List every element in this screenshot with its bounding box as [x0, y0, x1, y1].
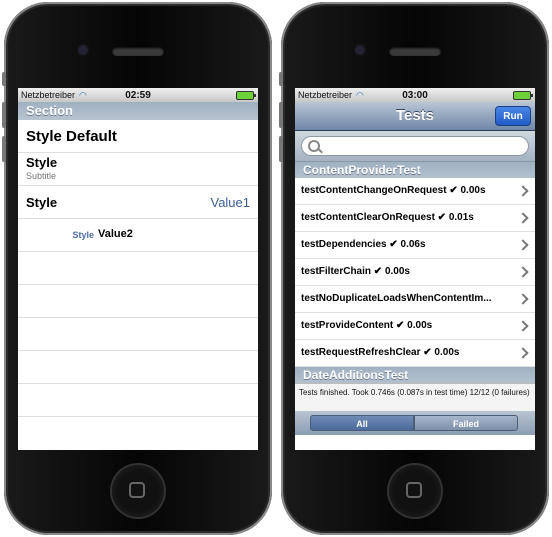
test-row[interactable]: testFilterChain ✔ 0.00s	[295, 259, 535, 286]
test-name: testProvideContent ✔ 0.00s	[301, 320, 433, 331]
test-row[interactable]: testDependencies ✔ 0.06s	[295, 232, 535, 259]
filter-toolbar: All Failed	[295, 411, 535, 435]
left-iphone: Netzbetreiber ◠ 02:59 Section Style Defa…	[2, 2, 272, 535]
cell-title: Style	[26, 195, 58, 210]
chevron-right-icon	[517, 293, 529, 305]
cell-title: Style Default	[26, 128, 117, 145]
test-row[interactable]: testProvideContent ✔ 0.00s	[295, 313, 535, 340]
empty-row	[18, 351, 258, 384]
empty-row	[18, 318, 258, 351]
cell-subtitle: Subtitle	[26, 171, 57, 181]
empty-row	[18, 252, 258, 285]
search-input[interactable]	[301, 136, 529, 156]
speaker-grille	[389, 47, 441, 56]
empty-row	[18, 285, 258, 318]
test-name: testRequestRefreshClear ✔ 0.00s	[301, 347, 460, 358]
cell-label: Style	[72, 230, 94, 240]
chevron-right-icon	[517, 239, 529, 251]
test-name: testContentChangeOnRequest ✔ 0.00s	[301, 185, 486, 196]
test-name: testFilterChain ✔ 0.00s	[301, 266, 410, 277]
volume-down-button	[2, 136, 6, 162]
test-name: testDependencies ✔ 0.06s	[301, 239, 426, 250]
home-button[interactable]	[389, 465, 441, 517]
section-header: DateAdditionsTest	[295, 367, 535, 383]
cell-title: Style	[26, 155, 58, 170]
test-row[interactable]: testRequestRefreshClear ✔ 0.00s	[295, 340, 535, 367]
cell-style-default[interactable]: Style Default	[18, 120, 258, 153]
test-row[interactable]: testContentClearOnRequest ✔ 0.01s	[295, 205, 535, 232]
navigation-bar: Tests Run	[295, 102, 535, 131]
status-bar: Netzbetreiber ◠ 03:00	[295, 88, 535, 102]
chevron-right-icon	[517, 320, 529, 332]
section-header: Section	[18, 102, 258, 120]
test-row[interactable]: testContentChangeOnRequest ✔ 0.00s	[295, 178, 535, 205]
cell-style-value2[interactable]: Style Value2	[18, 219, 258, 252]
search-bar	[295, 131, 535, 162]
test-summary: Tests finished. Took 0.746s (0.087s in t…	[295, 383, 535, 411]
clock: 02:59	[125, 89, 151, 101]
volume-up-button	[2, 102, 6, 128]
cell-style-value1[interactable]: Style Value1	[18, 186, 258, 219]
status-bar: Netzbetreiber ◠ 02:59	[18, 88, 258, 102]
test-name: testNoDuplicateLoadsWhenContentIm...	[301, 293, 492, 304]
chevron-right-icon	[517, 185, 529, 197]
mute-switch	[2, 72, 6, 86]
search-icon	[308, 140, 320, 152]
test-row[interactable]: testNoDuplicateLoadsWhenContentIm...	[295, 286, 535, 313]
left-screen: Netzbetreiber ◠ 02:59 Section Style Defa…	[18, 88, 258, 450]
home-square-icon	[129, 482, 145, 498]
test-name: testContentClearOnRequest ✔ 0.01s	[301, 212, 474, 223]
camera-icon	[355, 45, 365, 55]
home-button[interactable]	[112, 465, 164, 517]
segment-all[interactable]: All	[310, 415, 414, 431]
clock: 03:00	[402, 89, 428, 101]
battery-icon	[236, 91, 256, 100]
chevron-right-icon	[517, 266, 529, 278]
speaker-grille	[112, 47, 164, 56]
run-button[interactable]: Run	[495, 106, 531, 126]
mute-switch	[279, 72, 283, 86]
section-header: ContentProviderTest	[295, 162, 535, 178]
segment-failed[interactable]: Failed	[414, 415, 518, 431]
cell-style-subtitle[interactable]: Style Subtitle	[18, 153, 258, 186]
right-iphone: Netzbetreiber ◠ 03:00 Tests Run ContentP…	[279, 2, 549, 535]
cell-detail: Value1	[210, 195, 250, 210]
volume-up-button	[279, 102, 283, 128]
volume-down-button	[279, 136, 283, 162]
battery-icon	[513, 91, 533, 100]
empty-row	[18, 384, 258, 417]
cell-value: Value2	[98, 228, 133, 240]
right-screen: Netzbetreiber ◠ 03:00 Tests Run ContentP…	[295, 88, 535, 450]
home-square-icon	[406, 482, 422, 498]
chevron-right-icon	[517, 347, 529, 359]
chevron-right-icon	[517, 212, 529, 224]
camera-icon	[78, 45, 88, 55]
